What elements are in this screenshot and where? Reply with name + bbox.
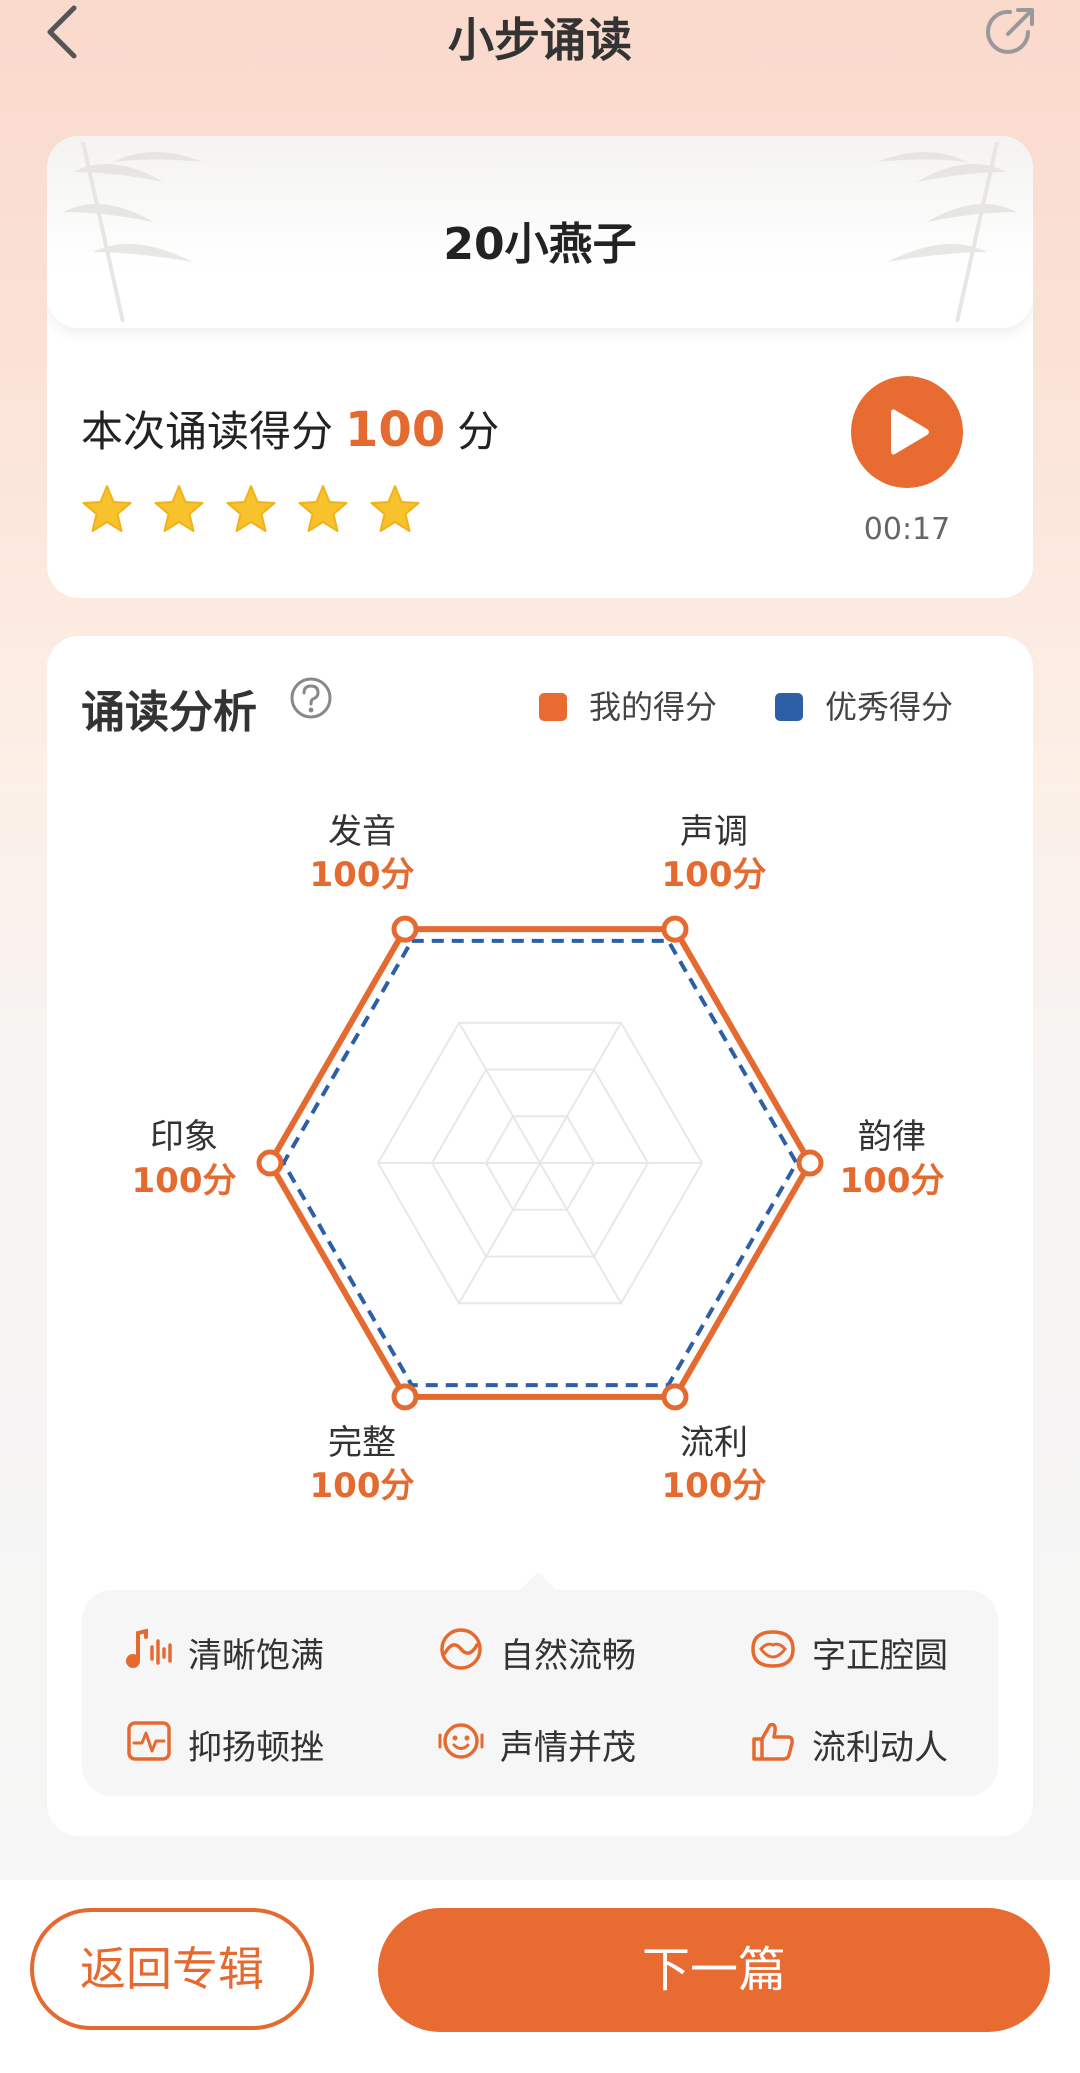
radar-value-label: 100分 xyxy=(132,1161,237,1201)
radar-value-label: 100分 xyxy=(662,1466,767,1506)
back-to-album-button[interactable]: 返回专辑 xyxy=(30,1908,314,2030)
radar-value-label: 100分 xyxy=(662,855,767,895)
tag-label: 自然流畅 xyxy=(500,1636,636,1676)
tag-label: 清晰饱满 xyxy=(188,1636,324,1676)
radar-axis-label: 完整 xyxy=(328,1423,396,1463)
radar-value-label: 100分 xyxy=(310,855,415,895)
tags-pointer xyxy=(518,1572,558,1592)
radar-point xyxy=(796,1149,824,1177)
radar-point xyxy=(661,915,689,943)
radar-axis-label: 发音 xyxy=(328,812,396,852)
radar-axis-label: 声调 xyxy=(680,812,748,852)
thumbs-up-icon xyxy=(752,1722,794,1761)
radar-value-label: 100分 xyxy=(310,1466,415,1506)
tag-label: 声情并茂 xyxy=(500,1728,636,1768)
wave-circle-icon xyxy=(440,1628,482,1670)
tag-label: 抑扬顿挫 xyxy=(188,1728,324,1768)
smile-icon xyxy=(438,1723,484,1759)
pulse-icon xyxy=(127,1721,171,1761)
radar-value-label: 100分 xyxy=(840,1161,945,1201)
radar-axis-label: 印象 xyxy=(150,1117,218,1157)
mouth-icon xyxy=(751,1630,795,1668)
radar-grid-spoke xyxy=(458,1022,541,1164)
radar-axis-label: 流利 xyxy=(680,1423,748,1463)
music-note-icon xyxy=(126,1628,172,1668)
radar-grid-spoke xyxy=(458,1162,541,1304)
radar-grid-spoke xyxy=(539,1022,622,1164)
radar-grid-spoke xyxy=(539,1162,622,1304)
radar-point xyxy=(391,915,419,943)
radar-point xyxy=(391,1383,419,1411)
radar-axis-label: 韵律 xyxy=(858,1117,926,1157)
radar-point xyxy=(661,1383,689,1411)
radar-chart: 发音100分声调100分韵律100分流利100分完整100分印象100分 xyxy=(132,812,945,1506)
tag-label: 流利动人 xyxy=(812,1728,948,1768)
radar-point xyxy=(256,1149,284,1177)
next-article-button[interactable]: 下一篇 xyxy=(378,1908,1050,2032)
tag-label: 字正腔圆 xyxy=(812,1636,948,1676)
